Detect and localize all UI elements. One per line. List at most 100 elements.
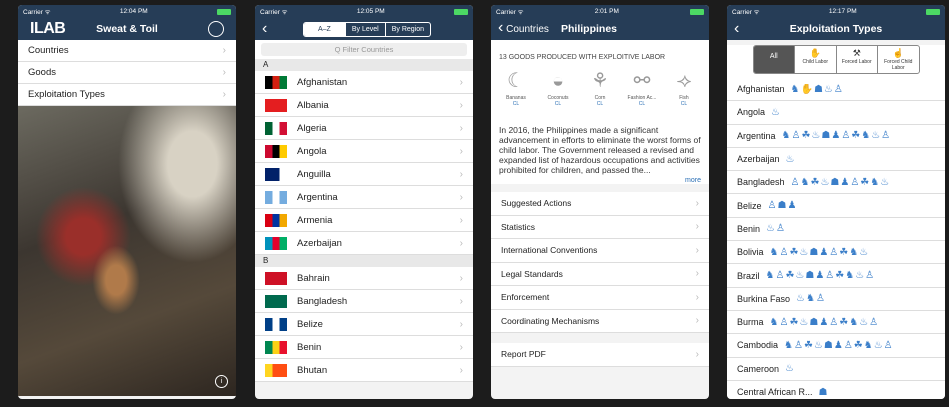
nav-bar: ‹ Countries Philippines [491,18,709,40]
chevron-right-icon: › [695,315,699,327]
section-row[interactable]: International Conventions › [491,239,709,263]
back-chevron-icon[interactable]: ‹ [255,18,267,40]
info-icon[interactable]: i [215,375,228,388]
section-label: Legal Standards [501,268,563,279]
country-row[interactable]: Bahrain › [255,267,473,290]
country-name: Burma [737,317,764,328]
country-row[interactable]: Azerbaijan › [255,232,473,255]
filter-tab[interactable]: ☝ Forced Child Labor [877,46,919,73]
flag-icon [265,271,287,285]
filter-label: Forced Child Labor [884,59,913,71]
segment-by-region[interactable]: By Region [384,22,430,36]
filter-label: Forced Labor [841,59,872,65]
section-row[interactable]: Suggested Actions › [491,192,709,216]
filter-icon: ⚒ [852,48,861,58]
country-name: Bangladesh [737,177,785,188]
country-row[interactable]: Argentina › [255,186,473,209]
country-exploitation-row[interactable]: Cameroon ♨ [727,357,945,381]
menu-item-goods[interactable]: Goods › [18,62,236,84]
country-row[interactable]: Angola › [255,140,473,163]
chevron-right-icon: › [222,67,226,78]
country-exploitation-row[interactable]: Bangladesh ♙♞☘♨☗♟♙☘♞♨ [727,171,945,195]
country-name: Benin [737,223,761,234]
country-row[interactable]: Afghanistan › [255,71,473,94]
segment-by-level[interactable]: By Level [344,22,385,36]
flag-icon [265,144,287,158]
country-row[interactable]: Anguilla › [255,163,473,186]
sort-segmented-control: A–Z By Level By Region [303,21,431,37]
country-name: Cameroon [737,363,780,374]
country-name: Bolivia [737,247,764,258]
good-item[interactable]: ☾ Bananas CL [497,67,535,107]
country-exploitation-row[interactable]: Burma ♞♙☘♨☗♟♙☘♞♨♙ [727,310,945,335]
country-name: Azerbaijan [737,154,780,165]
section-header-b: B [255,255,473,267]
country-name: Argentina [737,130,776,141]
country-row[interactable]: Bhutan › [255,359,473,382]
country-exploitation-row[interactable]: Belize ♙☗♟ [727,194,945,218]
filter-tab[interactable]: ✋ Child Labor [794,46,836,73]
country-row[interactable]: Albania › [255,94,473,117]
country-row[interactable]: Belize › [255,313,473,336]
menu-item-exploitation-types[interactable]: Exploitation Types › [18,84,236,106]
clock: 12:04 PM [119,8,148,15]
country-exploitation-row[interactable]: Burkina Faso ♨♞♙ [727,287,945,311]
country-row[interactable]: Bangladesh › [255,290,473,313]
carrier-label: Carrier ᯤ [732,9,760,16]
back-button[interactable]: ‹ Countries [491,17,549,41]
menu-item-countries[interactable]: Countries › [18,40,236,62]
status-bar: Carrier ᯤ 12:04 PM [18,5,236,18]
country-row[interactable]: Benin › [255,336,473,359]
clock: 2:01 PM [594,8,619,15]
report-pdf-row[interactable]: Report PDF › [491,343,709,367]
country-exploitation-row[interactable]: Afghanistan ♞✋☗♨♙ [727,78,945,102]
battery-icon [454,8,468,15]
country-exploitation-row[interactable]: Bolivia ♞♙☘♨☗♟♙☘♞♨ [727,241,945,265]
good-item[interactable]: ⟢ Fish CL [665,67,703,107]
country-exploitation-row[interactable]: Angola ♨ [727,101,945,125]
good-item[interactable]: ◒ Coconuts CL [539,67,577,107]
section-row[interactable]: Statistics › [491,215,709,239]
country-exploitation-row[interactable]: Benin ♨♙ [727,217,945,242]
search-input[interactable]: Q Filter Countries [261,43,467,56]
goods-icons: ♙♞☘♨☗♟♙☘♞♨ [790,176,891,188]
country-exploitation-row[interactable]: Brazil ♞♙☘♨☗♟♙☘♞♨♙ [727,264,945,288]
search-bar: Q Filter Countries [255,40,473,59]
flag-icon [265,190,287,204]
country-exploitation-row[interactable]: Cambodia ♞♙☘♨☗♟♙☘♞♨♙ [727,334,945,358]
country-row[interactable]: Armenia › [255,209,473,232]
section-label: Coordinating Mechanisms [501,315,600,326]
country-detail-screen: Carrier ᯤ 2:01 PM ‹ Countries Philippine… [491,5,709,399]
country-name: Angola [737,107,766,118]
filter-tab[interactable]: All [753,46,794,73]
segment-a-z[interactable]: A–Z [304,22,345,36]
chevron-right-icon: › [695,291,699,303]
country-name: Belize [737,200,762,211]
goods-icons: ♞♙☘♨☗♟♙☘♞♨♙ [765,270,876,282]
section-row[interactable]: Coordinating Mechanisms › [491,309,709,333]
section-row[interactable]: Enforcement › [491,286,709,310]
carrier-label: Carrier ᯤ [496,9,524,16]
filter-label: Child Labor [802,59,829,65]
good-item[interactable]: ⚘ Corn CL [581,67,619,107]
chevron-right-icon: › [695,268,699,280]
country-exploitation-row[interactable]: Argentina ♞♙☘♨☗♟♙☘♞♨♙ [727,124,945,148]
flag-icon [265,213,287,227]
fish-icon: ⟢ [676,70,692,92]
country-name: Azerbaijan [297,237,342,249]
country-exploitation-row[interactable]: Azerbaijan ♨ [727,147,945,172]
country-name: Albania [297,99,329,111]
country-exploitation-row[interactable]: Central African R... ☗ [727,380,945,399]
chevron-right-icon: › [459,318,463,330]
country-title: Philippines [561,23,618,35]
clock: 12:05 PM [356,8,385,15]
dol-seal-icon[interactable] [208,21,224,37]
goods-icons: ♞♙☘♨☗♟♙☘♞♨♙ [784,339,894,351]
more-link[interactable]: more [491,177,709,184]
back-label: Countries [506,24,549,35]
filter-tab[interactable]: ⚒ Forced Labor [835,46,878,73]
back-chevron-icon: ‹ [498,19,504,36]
section-row[interactable]: Legal Standards › [491,262,709,286]
country-row[interactable]: Algeria › [255,117,473,140]
good-item[interactable]: ⚯ Fashion Ac... CL [623,67,661,107]
